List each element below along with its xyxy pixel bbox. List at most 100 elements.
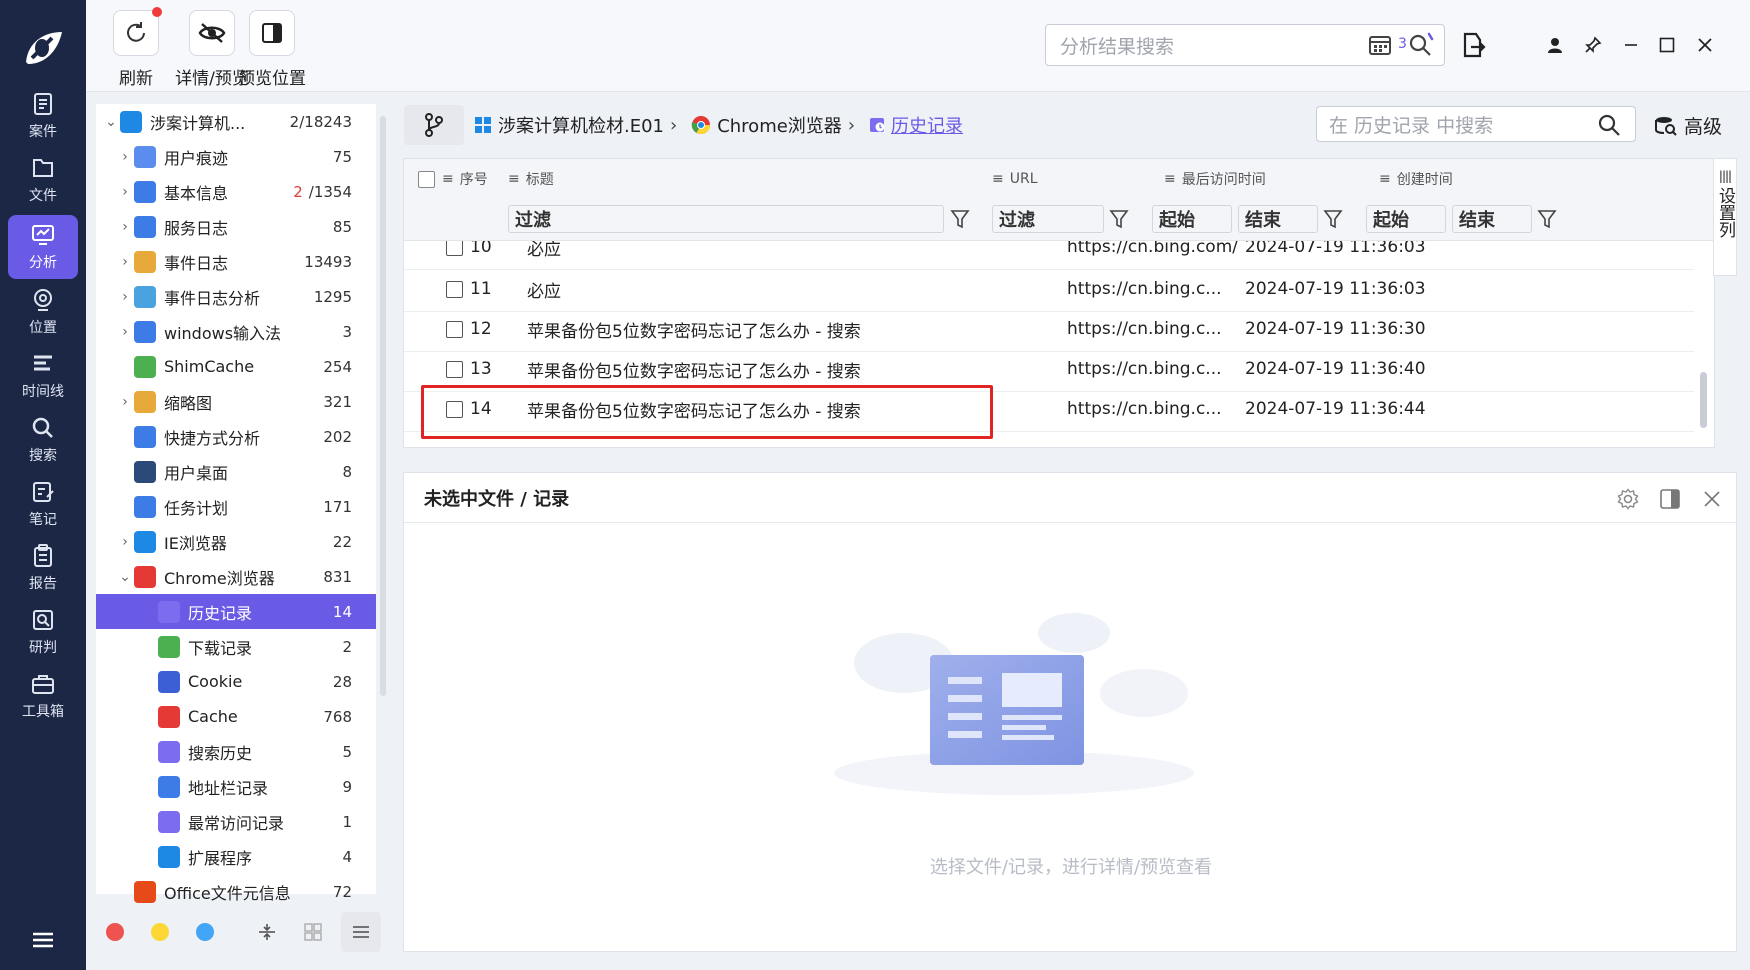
tree-item[interactable]: › 事件日志 13493 (96, 244, 376, 279)
table-scrollbar[interactable] (1700, 372, 1707, 428)
created-start-input[interactable]: 起始 (1366, 205, 1446, 233)
title-filter-input[interactable]: 过滤 (508, 205, 944, 233)
column-header-created[interactable]: ≡ 创建时间 (1379, 159, 1453, 199)
row-checkbox[interactable] (446, 280, 463, 298)
chevron-right-icon[interactable]: › (116, 149, 134, 165)
filter-icon[interactable] (1322, 207, 1344, 231)
task-count-badge[interactable]: 3 (1398, 36, 1407, 52)
chevron-right-icon[interactable]: › (116, 534, 134, 550)
tree-item-label: 任务计划 (164, 498, 229, 518)
breadcrumb-chrome[interactable]: Chrome浏览器 › (691, 112, 861, 138)
calendar-icon[interactable] (1368, 33, 1392, 57)
nav-analysis[interactable]: 分析 (8, 215, 78, 279)
breadcrumb-history[interactable]: 历史记录 (869, 112, 963, 138)
chevron-right-icon[interactable]: › (116, 254, 134, 270)
set-columns-button[interactable]: |||| 设置列 (1713, 158, 1737, 276)
detail-close-button[interactable] (1698, 485, 1726, 513)
nav-case[interactable]: 案件 (8, 84, 78, 148)
red-color-tag[interactable] (106, 923, 124, 941)
row-checkbox[interactable] (446, 360, 463, 378)
detail-settings-button[interactable] (1614, 485, 1642, 513)
tree-item[interactable]: › 事件日志分析 1295 (96, 279, 376, 314)
chevron-right-icon[interactable]: › (116, 219, 134, 235)
minimize-button[interactable] (1616, 30, 1646, 60)
tree-item[interactable]: 搜索历史 5 (96, 734, 376, 769)
grid-view-icon[interactable] (303, 922, 323, 942)
tree-item[interactable]: 扩展程序 4 (96, 839, 376, 874)
branch-button[interactable] (404, 105, 464, 145)
column-header-url[interactable]: ≡ URL (992, 159, 1038, 199)
breadcrumb-evidence[interactable]: 涉案计算机检材.E01 › (474, 112, 683, 138)
column-header-title[interactable]: ≡ 标题 (508, 159, 554, 199)
history-search-input[interactable]: 在 历史记录 中搜索 (1316, 106, 1636, 142)
preview-position-button[interactable]: 预览位置 (232, 10, 312, 89)
filter-icon[interactable] (949, 207, 971, 231)
filter-icon[interactable] (1536, 207, 1558, 231)
pin-button[interactable] (1578, 30, 1608, 60)
tree-item[interactable]: ShimCache 254 (96, 349, 376, 384)
detail-layout-button[interactable] (1656, 485, 1684, 513)
export-button[interactable] (1458, 30, 1488, 60)
nav-judge[interactable]: 研判 (8, 600, 78, 664)
created-end-input[interactable]: 结束 (1452, 205, 1532, 233)
tree-item[interactable]: 最常访问记录 1 (96, 804, 376, 839)
tree-item[interactable]: › IE浏览器 22 (96, 524, 376, 559)
maximize-button[interactable] (1652, 30, 1682, 60)
close-button[interactable] (1690, 30, 1720, 60)
tree-item[interactable]: Cookie 28 (96, 664, 376, 699)
search-icon[interactable] (1597, 113, 1621, 137)
tree-root[interactable]: ⌄ 涉案计算机... 2/18243 (96, 104, 376, 139)
nav-search[interactable]: 搜索 (8, 408, 78, 472)
nav-timeline[interactable]: 时间线 (8, 344, 78, 408)
tree-item[interactable]: 用户桌面 8 (96, 454, 376, 489)
chevron-right-icon[interactable]: › (116, 394, 134, 410)
row-checkbox[interactable] (446, 320, 463, 338)
row-checkbox[interactable] (446, 241, 463, 256)
nav-location[interactable]: 位置 (8, 280, 78, 344)
tree-item[interactable]: 快捷方式分析 202 (96, 419, 376, 454)
tree-scrollbar[interactable] (380, 116, 386, 696)
hamburger-menu-button[interactable] (0, 920, 86, 960)
yellow-color-tag[interactable] (151, 923, 169, 941)
chevron-right-icon[interactable]: › (116, 324, 134, 340)
user-button[interactable] (1540, 30, 1570, 60)
tree-item[interactable]: 任务计划 171 (96, 489, 376, 524)
nav-case-label: 案件 (29, 124, 57, 140)
nav-toolbox[interactable]: 工具箱 (8, 664, 78, 728)
tree-item[interactable]: › 用户痕迹 75 (96, 139, 376, 174)
table-row[interactable]: 11 必应 https://cn.bing.c... 2024-07-19 11:36… (404, 267, 1694, 312)
chevron-right-icon[interactable]: › (116, 289, 134, 305)
tree-item-label: 最常访问记录 (188, 813, 285, 833)
tree-item[interactable]: › 服务日志 85 (96, 209, 376, 244)
nav-note[interactable]: 笔记 (8, 472, 78, 536)
tree-item[interactable]: 下载记录 2 (96, 629, 376, 664)
last-visit-end-input[interactable]: 结束 (1238, 205, 1318, 233)
filter-icon[interactable] (1108, 207, 1130, 231)
select-all-checkbox[interactable] (418, 171, 435, 188)
blue-color-tag[interactable] (196, 923, 214, 941)
refresh-button[interactable]: 刷新 (96, 7, 176, 89)
url-filter-input[interactable]: 过滤 (992, 205, 1104, 233)
table-row[interactable]: 12 苹果备份包5位数字密码忘记了怎么办 - 搜索 https://cn.bing.… (404, 307, 1694, 352)
tree-item[interactable]: › 基本信息 2/1354 (96, 174, 376, 209)
list-view-button[interactable] (341, 912, 381, 952)
collapse-all-icon[interactable] (257, 922, 277, 942)
tree-item[interactable]: ⌄ Chrome浏览器 831 (96, 559, 376, 594)
chevron-down-icon[interactable]: ⌄ (116, 569, 134, 585)
column-header-no[interactable]: ≡ 序号 (442, 159, 488, 199)
node-icon (134, 390, 156, 413)
nav-report[interactable]: 报告 (8, 536, 78, 600)
tree-item-selected[interactable]: 历史记录 14 (96, 594, 376, 629)
tree-item[interactable]: 地址栏记录 9 (96, 769, 376, 804)
nav-file[interactable]: 文件 (8, 148, 78, 212)
tree-item[interactable]: Cache 768 (96, 699, 376, 734)
column-header-last-visit[interactable]: ≡ 最后访问时间 (1164, 159, 1266, 199)
tree-item[interactable]: › 缩略图 321 (96, 384, 376, 419)
advanced-search-button[interactable]: 高级 (1654, 112, 1722, 139)
last-visit-start-input[interactable]: 起始 (1152, 205, 1232, 233)
chevron-right-icon[interactable]: › (116, 184, 134, 200)
analysis-search-input[interactable]: 分析结果搜索 (1045, 24, 1445, 66)
tree-item[interactable]: Office文件元信息 72 (96, 874, 376, 909)
chevron-down-icon[interactable]: ⌄ (102, 114, 120, 130)
tree-item[interactable]: › windows输入法 3 (96, 314, 376, 349)
